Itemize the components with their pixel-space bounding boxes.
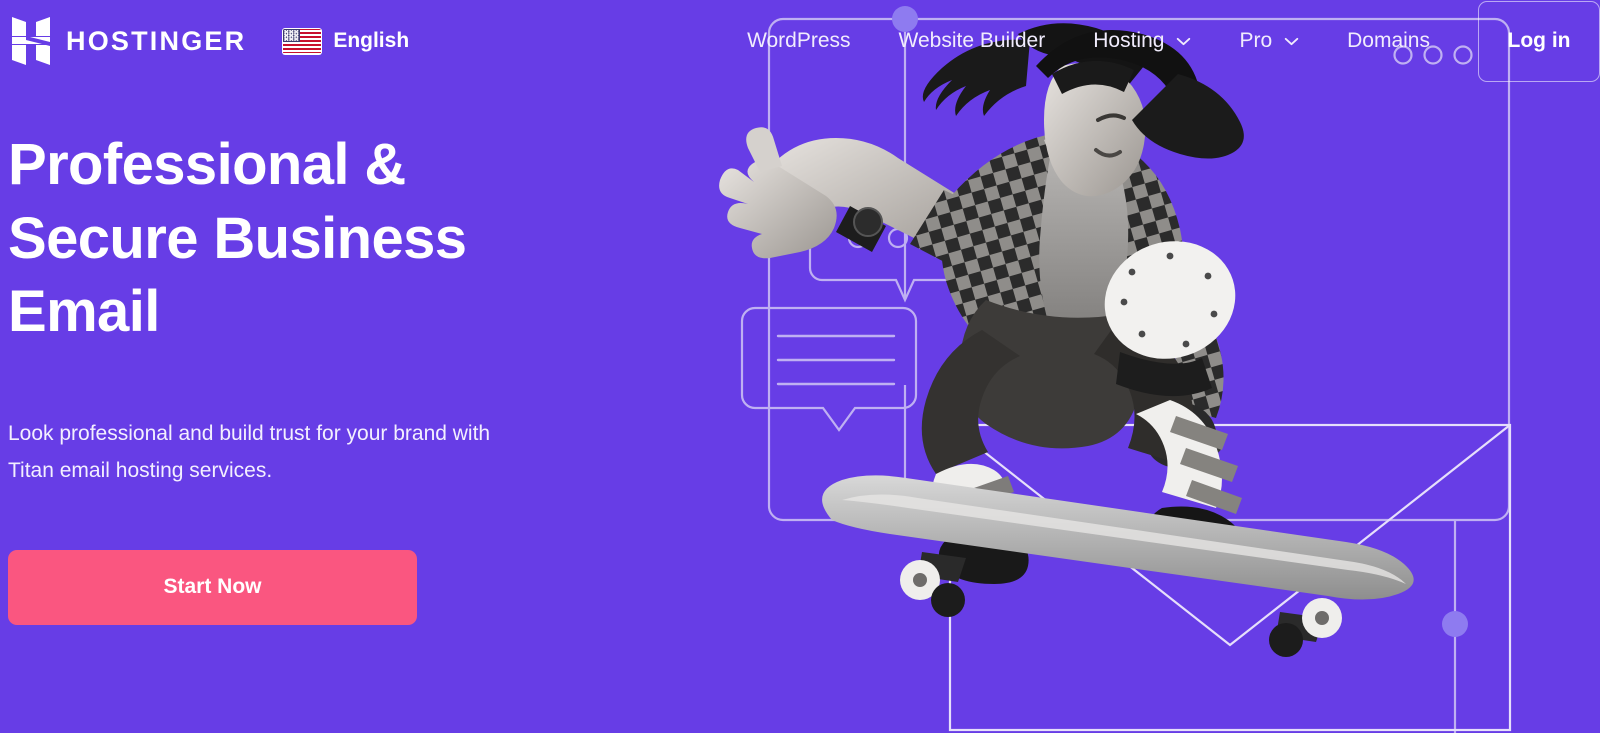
brand-logo-link[interactable]: HOSTINGER: [10, 15, 246, 67]
top-navigation-bar: HOSTINGER English WordPress Website Buil…: [0, 0, 1600, 82]
start-now-button[interactable]: Start Now: [8, 549, 417, 625]
chevron-down-icon: [1177, 37, 1191, 45]
nav-item-label: WordPress: [747, 29, 851, 52]
nav-item-website-builder[interactable]: Website Builder: [875, 29, 1070, 53]
page-title: Professional & Secure Business Email: [8, 132, 467, 345]
accent-dot-right: [1442, 611, 1468, 637]
primary-nav: WordPress Website Builder Hosting Pro Do…: [723, 0, 1600, 82]
nav-item-pro[interactable]: Pro: [1215, 29, 1323, 53]
skateboard: [822, 475, 1414, 657]
language-selector[interactable]: English: [282, 27, 410, 55]
language-label: English: [333, 29, 410, 52]
hero-copy: Professional & Secure Business Email Loo…: [8, 128, 668, 625]
hero-illustration: [700, 0, 1600, 733]
nav-item-label: Website Builder: [898, 29, 1046, 52]
illustration-svg: [719, 6, 1512, 733]
nav-item-label: Hosting: [1093, 29, 1165, 52]
login-button[interactable]: Log in: [1478, 0, 1600, 82]
hero-subtitle: Look professional and build trust for yo…: [8, 421, 491, 483]
nav-item-label: Pro: [1239, 29, 1273, 52]
chevron-down-icon: [1284, 37, 1299, 45]
hostinger-h-logo-icon: [12, 17, 50, 65]
message-lines: [776, 334, 896, 386]
nav-item-hosting[interactable]: Hosting: [1069, 29, 1215, 53]
us-flag-icon: [282, 27, 323, 55]
brand-name: HOSTINGER: [66, 25, 247, 56]
nav-item-wordpress[interactable]: WordPress: [723, 29, 874, 53]
nav-item-label: Domains: [1347, 29, 1430, 52]
nav-item-domains[interactable]: Domains: [1323, 29, 1454, 53]
hero-page: HOSTINGER English WordPress Website Buil…: [0, 0, 1600, 733]
